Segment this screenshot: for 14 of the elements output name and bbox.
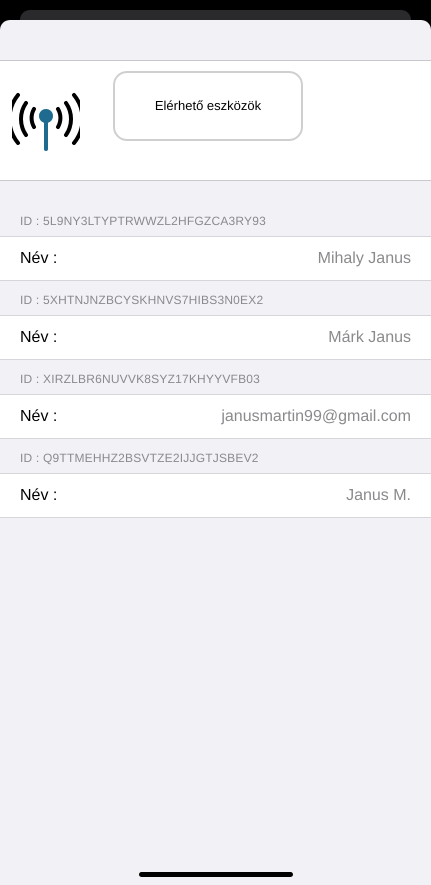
- name-label: Név :: [20, 486, 58, 504]
- name-label: Név :: [20, 328, 58, 346]
- device-id: ID : Q9TTMEHHZ2BSVTZE2IJJGTJSBEV2: [19, 451, 260, 467]
- name-label: Név :: [20, 408, 58, 426]
- name-value: Mihaly Janus: [318, 250, 411, 268]
- name-label: Név :: [20, 250, 58, 268]
- devices-button[interactable]: Elérhető eszközök: [113, 70, 303, 140]
- name-value: Janus M.: [346, 486, 411, 504]
- device-id: ID : XIRZLBR6NUVVK8SYZ17KHYYVFB03: [19, 372, 262, 388]
- device-id: ID : 5XHTNJNZBCYSKHNVS7HIBS3N0EX2: [19, 293, 264, 309]
- antenna-icon: [12, 90, 80, 150]
- name-value: Márk Janus: [328, 328, 411, 346]
- device-id: ID : 5L9NY3LTYPTRWWZL2HFGZCA3RY93: [19, 214, 268, 230]
- name-value: janusmartin99@gmail.com: [221, 408, 411, 426]
